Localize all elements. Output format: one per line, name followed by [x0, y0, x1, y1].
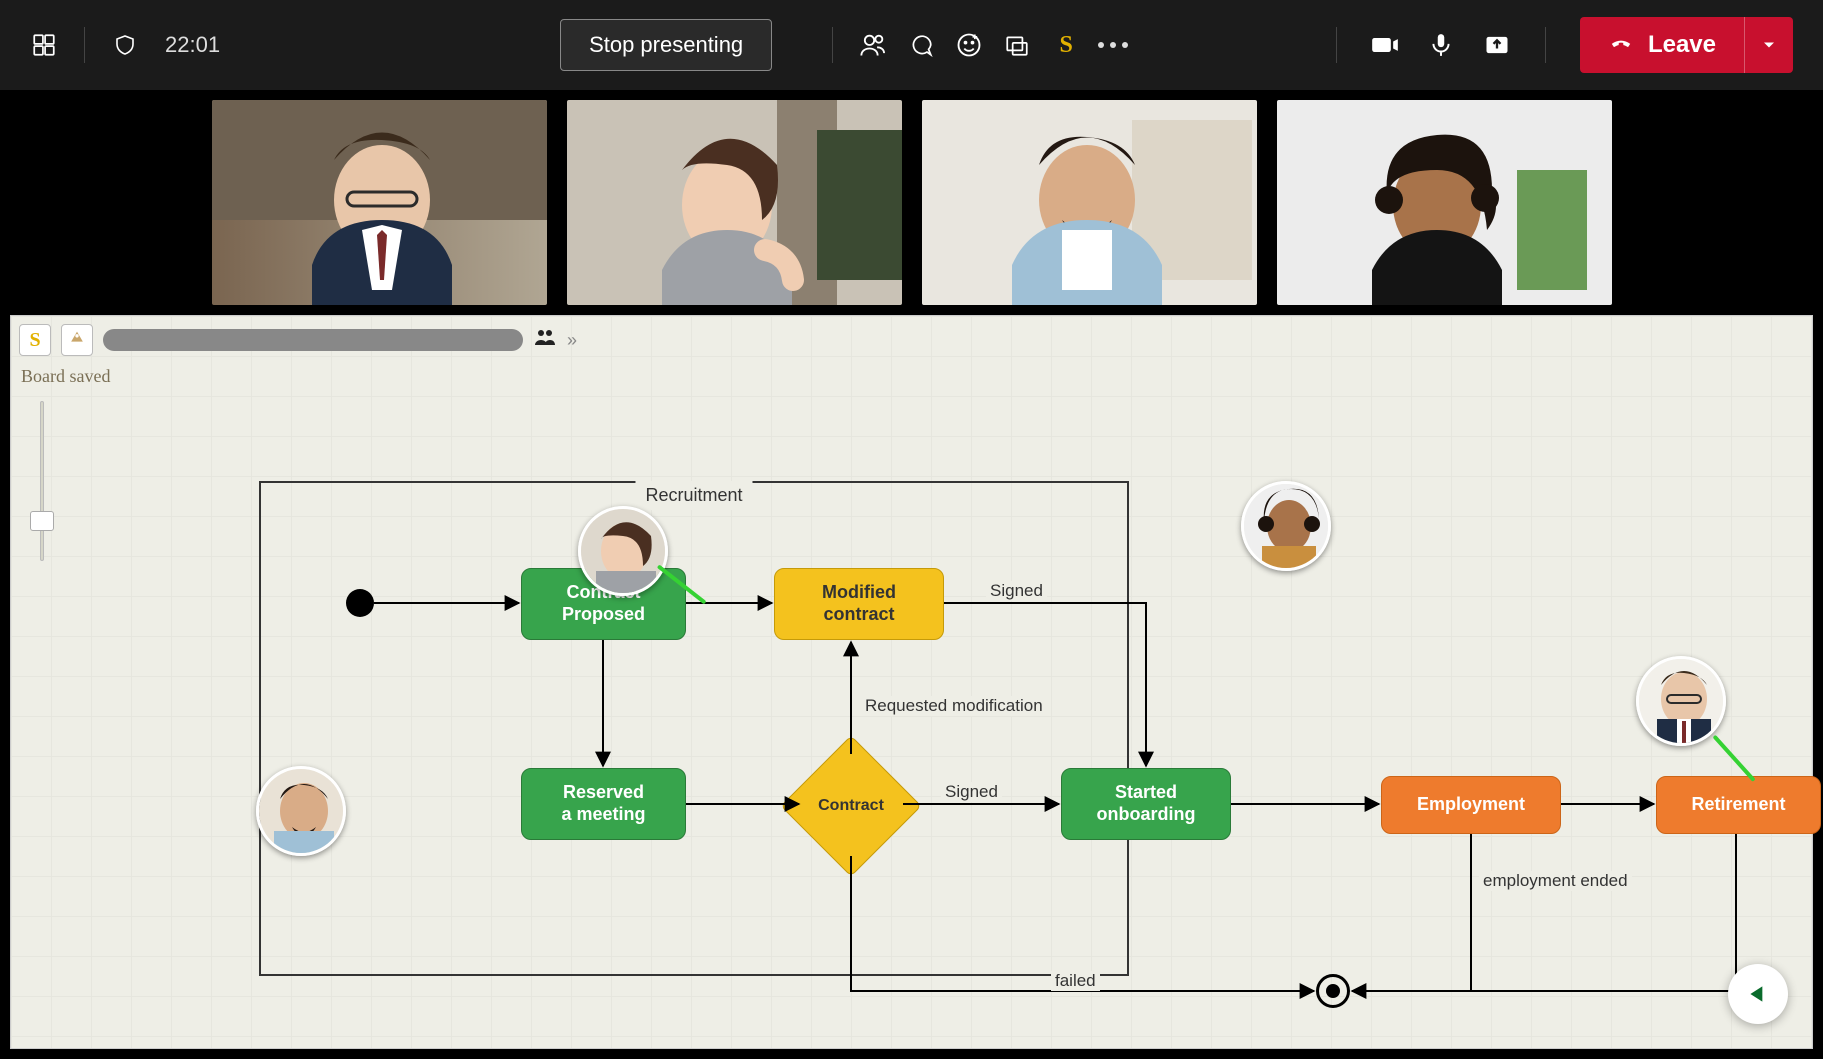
edge-label: employment ended	[1479, 871, 1632, 891]
node-started-onboarding[interactable]: Started onboarding	[1061, 768, 1231, 840]
edge-label: Signed	[941, 782, 1002, 802]
frame-title: Recruitment	[635, 481, 752, 510]
video-tile[interactable]	[212, 100, 547, 305]
participant-portrait-icon	[922, 100, 1257, 305]
chat-icon[interactable]	[907, 31, 935, 59]
edge-label: failed	[1051, 971, 1100, 991]
collaborator-cursor	[1241, 481, 1331, 571]
stop-presenting-button[interactable]: Stop presenting	[560, 19, 772, 71]
leave-dropdown[interactable]	[1744, 17, 1793, 73]
more-icon[interactable]	[1099, 31, 1127, 59]
play-button[interactable]	[1728, 964, 1788, 1024]
diagram: Recruitment Contract Proposed Modified c…	[11, 316, 1812, 1048]
collaborator-cursor	[1636, 656, 1726, 746]
frame-recruitment[interactable]: Recruitment	[259, 481, 1129, 976]
grid-icon[interactable]	[30, 31, 58, 59]
hangup-icon	[1608, 32, 1634, 58]
call-timer: 22:01	[165, 32, 220, 58]
video-row	[0, 90, 1823, 315]
play-icon	[1745, 981, 1771, 1007]
meeting-app: 22:01 Stop presenting S	[0, 0, 1823, 1059]
leave-label: Leave	[1648, 31, 1716, 59]
video-tile[interactable]	[1277, 100, 1612, 305]
edge-label: Signed	[986, 581, 1047, 601]
collaborator-cursor	[256, 766, 346, 856]
people-icon[interactable]	[859, 31, 887, 59]
app-logo-s-icon[interactable]: S	[1051, 31, 1079, 59]
edge-label: Requested modification	[861, 696, 1047, 716]
share-icon[interactable]	[1483, 31, 1511, 59]
end-node[interactable]	[1316, 974, 1350, 1008]
chevron-down-icon	[1759, 35, 1779, 55]
node-retirement[interactable]: Retirement	[1656, 776, 1821, 834]
separator	[1336, 27, 1337, 63]
separator	[1545, 27, 1546, 63]
node-employment[interactable]: Employment	[1381, 776, 1561, 834]
start-node[interactable]	[346, 589, 374, 617]
participant-portrait-icon	[212, 100, 547, 305]
video-tile[interactable]	[922, 100, 1257, 305]
separator	[84, 27, 85, 63]
separator	[832, 27, 833, 63]
shield-icon[interactable]	[111, 31, 139, 59]
node-modified-contract[interactable]: Modified contract	[774, 568, 944, 640]
topbar: 22:01 Stop presenting S	[0, 0, 1823, 90]
leave-button[interactable]: Leave	[1580, 17, 1744, 73]
reactions-icon[interactable]	[955, 31, 983, 59]
whiteboard[interactable]: S » Board saved Recruitment Contract Pro…	[10, 315, 1813, 1049]
camera-icon[interactable]	[1371, 31, 1399, 59]
rooms-icon[interactable]	[1003, 31, 1031, 59]
node-reserved-meeting[interactable]: Reserved a meeting	[521, 768, 686, 840]
participant-portrait-icon	[567, 100, 902, 305]
collaborator-cursor	[578, 506, 668, 596]
mic-icon[interactable]	[1427, 31, 1455, 59]
cursor-trail	[1713, 735, 1756, 782]
video-tile[interactable]	[567, 100, 902, 305]
participant-portrait-icon	[1277, 100, 1612, 305]
node-contract-decision[interactable]: Contract	[801, 756, 901, 856]
